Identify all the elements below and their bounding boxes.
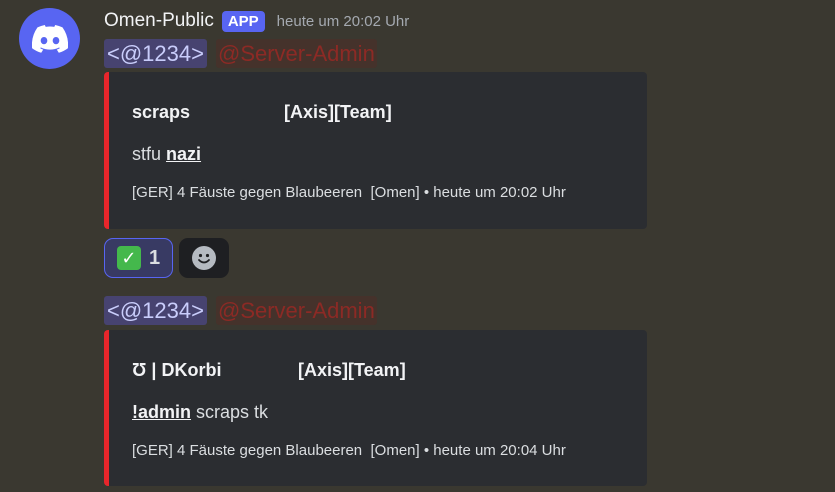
app-badge: APP: [221, 10, 265, 32]
embed-player-name: scraps: [132, 102, 191, 122]
embed-title: scraps [Axis][Team]: [132, 102, 392, 123]
mention-line: <@1234> @Server-Admin: [104, 38, 377, 68]
message-header: Omen-Public APP heute um 20:02 Uhr: [104, 8, 409, 34]
embed-footer: [GER] 4 Fäuste gegen Blaubeeren [Omen] •…: [132, 184, 566, 201]
add-reaction-icon: [192, 246, 216, 270]
check-mark-emoji: ✓: [116, 246, 141, 270]
username[interactable]: Omen-Public: [104, 10, 214, 32]
embed-card: scraps [Axis][Team] stfu nazi [GER] 4 Fä…: [104, 72, 647, 229]
embed-team: [Axis][Team]: [284, 102, 392, 122]
user-mention[interactable]: <@1234>: [104, 295, 207, 325]
add-reaction-button[interactable]: [179, 238, 229, 278]
reaction-check[interactable]: ✓ 1: [104, 238, 173, 278]
user-mention[interactable]: <@1234>: [104, 38, 207, 68]
embed-title: Ʊ | DKorbi [Axis][Team]: [132, 360, 406, 381]
embed-player-name: Ʊ | DKorbi: [132, 360, 222, 380]
embed-description: stfu nazi: [132, 144, 201, 165]
embed-bold-text: !admin: [132, 402, 192, 422]
discord-logo-icon: [31, 24, 68, 53]
embed-card: Ʊ | DKorbi [Axis][Team] !admin scraps tk…: [104, 330, 647, 486]
embed-text: stfu: [132, 144, 167, 164]
mention-line: <@1234> @Server-Admin: [104, 295, 377, 325]
message-timestamp[interactable]: heute um 20:02 Uhr: [277, 13, 410, 30]
embed-footer: [GER] 4 Fäuste gegen Blaubeeren [Omen] •…: [132, 442, 566, 459]
embed-description: !admin scraps tk: [132, 402, 268, 423]
embed-text-suffix: scraps tk: [191, 402, 269, 422]
reaction-count: 1: [148, 246, 161, 269]
role-mention[interactable]: @Server-Admin: [215, 38, 377, 68]
embed-team: [Axis][Team]: [298, 360, 406, 380]
reactions-bar: ✓ 1: [104, 238, 229, 278]
embed-bold-text: nazi: [166, 144, 202, 164]
role-mention[interactable]: @Server-Admin: [215, 295, 377, 325]
bot-avatar[interactable]: [19, 8, 80, 69]
